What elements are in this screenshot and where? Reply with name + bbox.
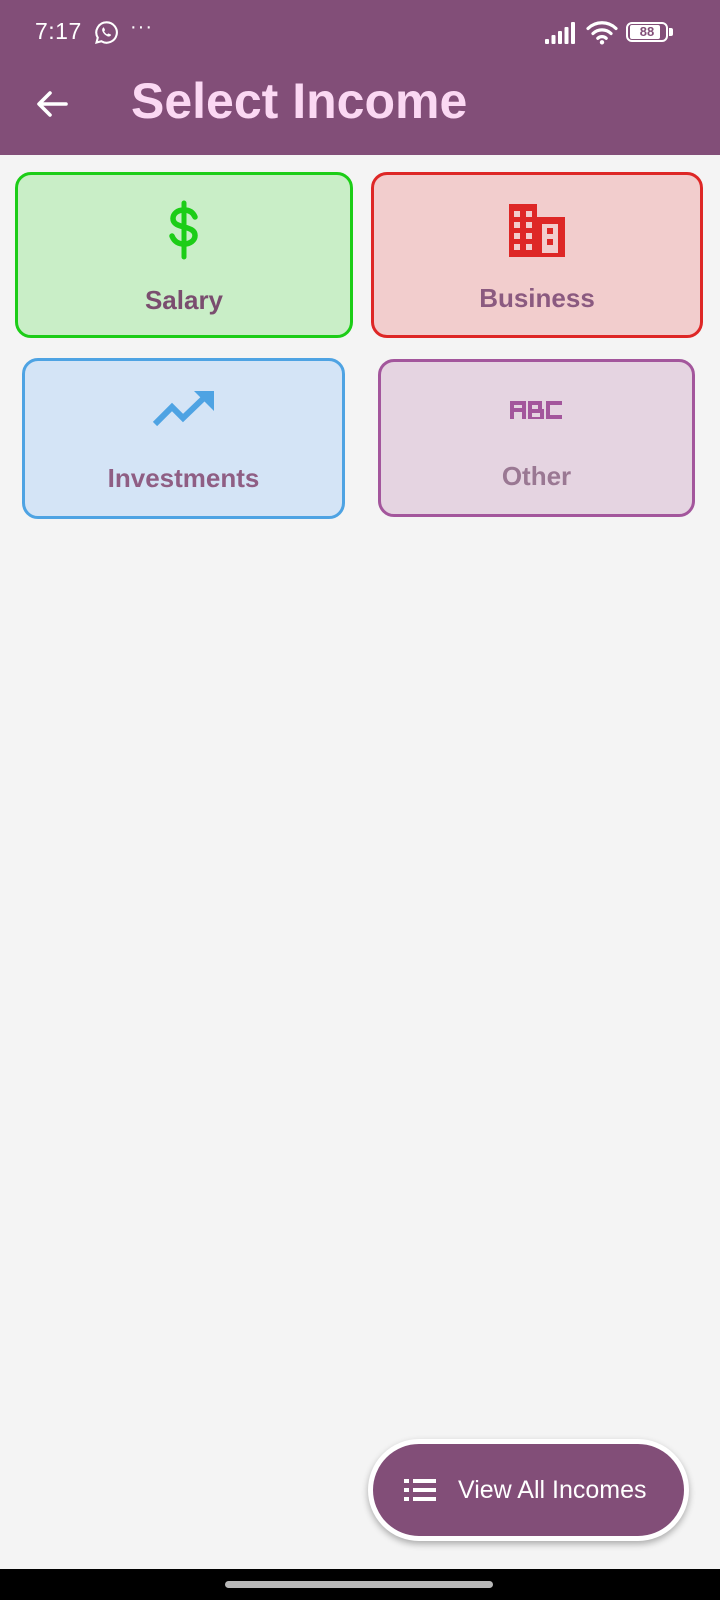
- category-label-business: Business: [479, 283, 595, 313]
- status-bar: 7:17 ··· 88: [0, 0, 720, 66]
- category-label-salary: Salary: [144, 285, 224, 315]
- trending-up-icon: [25, 387, 342, 431]
- category-card-investments[interactable]: Investments: [22, 358, 345, 519]
- building-icon: [374, 200, 700, 260]
- app-bar: 7:17 ··· 88 Select Income: [0, 0, 720, 155]
- category-card-business[interactable]: Business: [371, 172, 703, 338]
- signal-icon: [545, 22, 575, 44]
- back-arrow-icon[interactable]: [30, 82, 74, 126]
- category-card-other[interactable]: Other: [378, 359, 695, 517]
- view-all-incomes-label: View All Incomes: [458, 1476, 647, 1504]
- battery-cap: [669, 28, 673, 36]
- home-indicator[interactable]: [225, 1581, 493, 1588]
- category-label-other: Other: [501, 461, 572, 491]
- whatsapp-icon: [95, 21, 118, 44]
- wifi-icon: [586, 21, 618, 45]
- view-all-incomes-button[interactable]: View All Incomes: [368, 1439, 689, 1541]
- abc-icon: [381, 398, 692, 420]
- battery-icon: 88: [626, 22, 674, 44]
- status-time: 7:17: [35, 18, 82, 44]
- category-label-investments: Investments: [107, 463, 260, 493]
- category-card-salary[interactable]: Salary: [15, 172, 353, 338]
- dollar-icon: [18, 200, 350, 260]
- page-title: Select Income: [131, 73, 468, 129]
- system-navigation-bar: [0, 1569, 720, 1600]
- more-notifications-indicator: ···: [130, 16, 153, 38]
- list-icon: [404, 1479, 436, 1501]
- battery-level: 88: [639, 24, 655, 39]
